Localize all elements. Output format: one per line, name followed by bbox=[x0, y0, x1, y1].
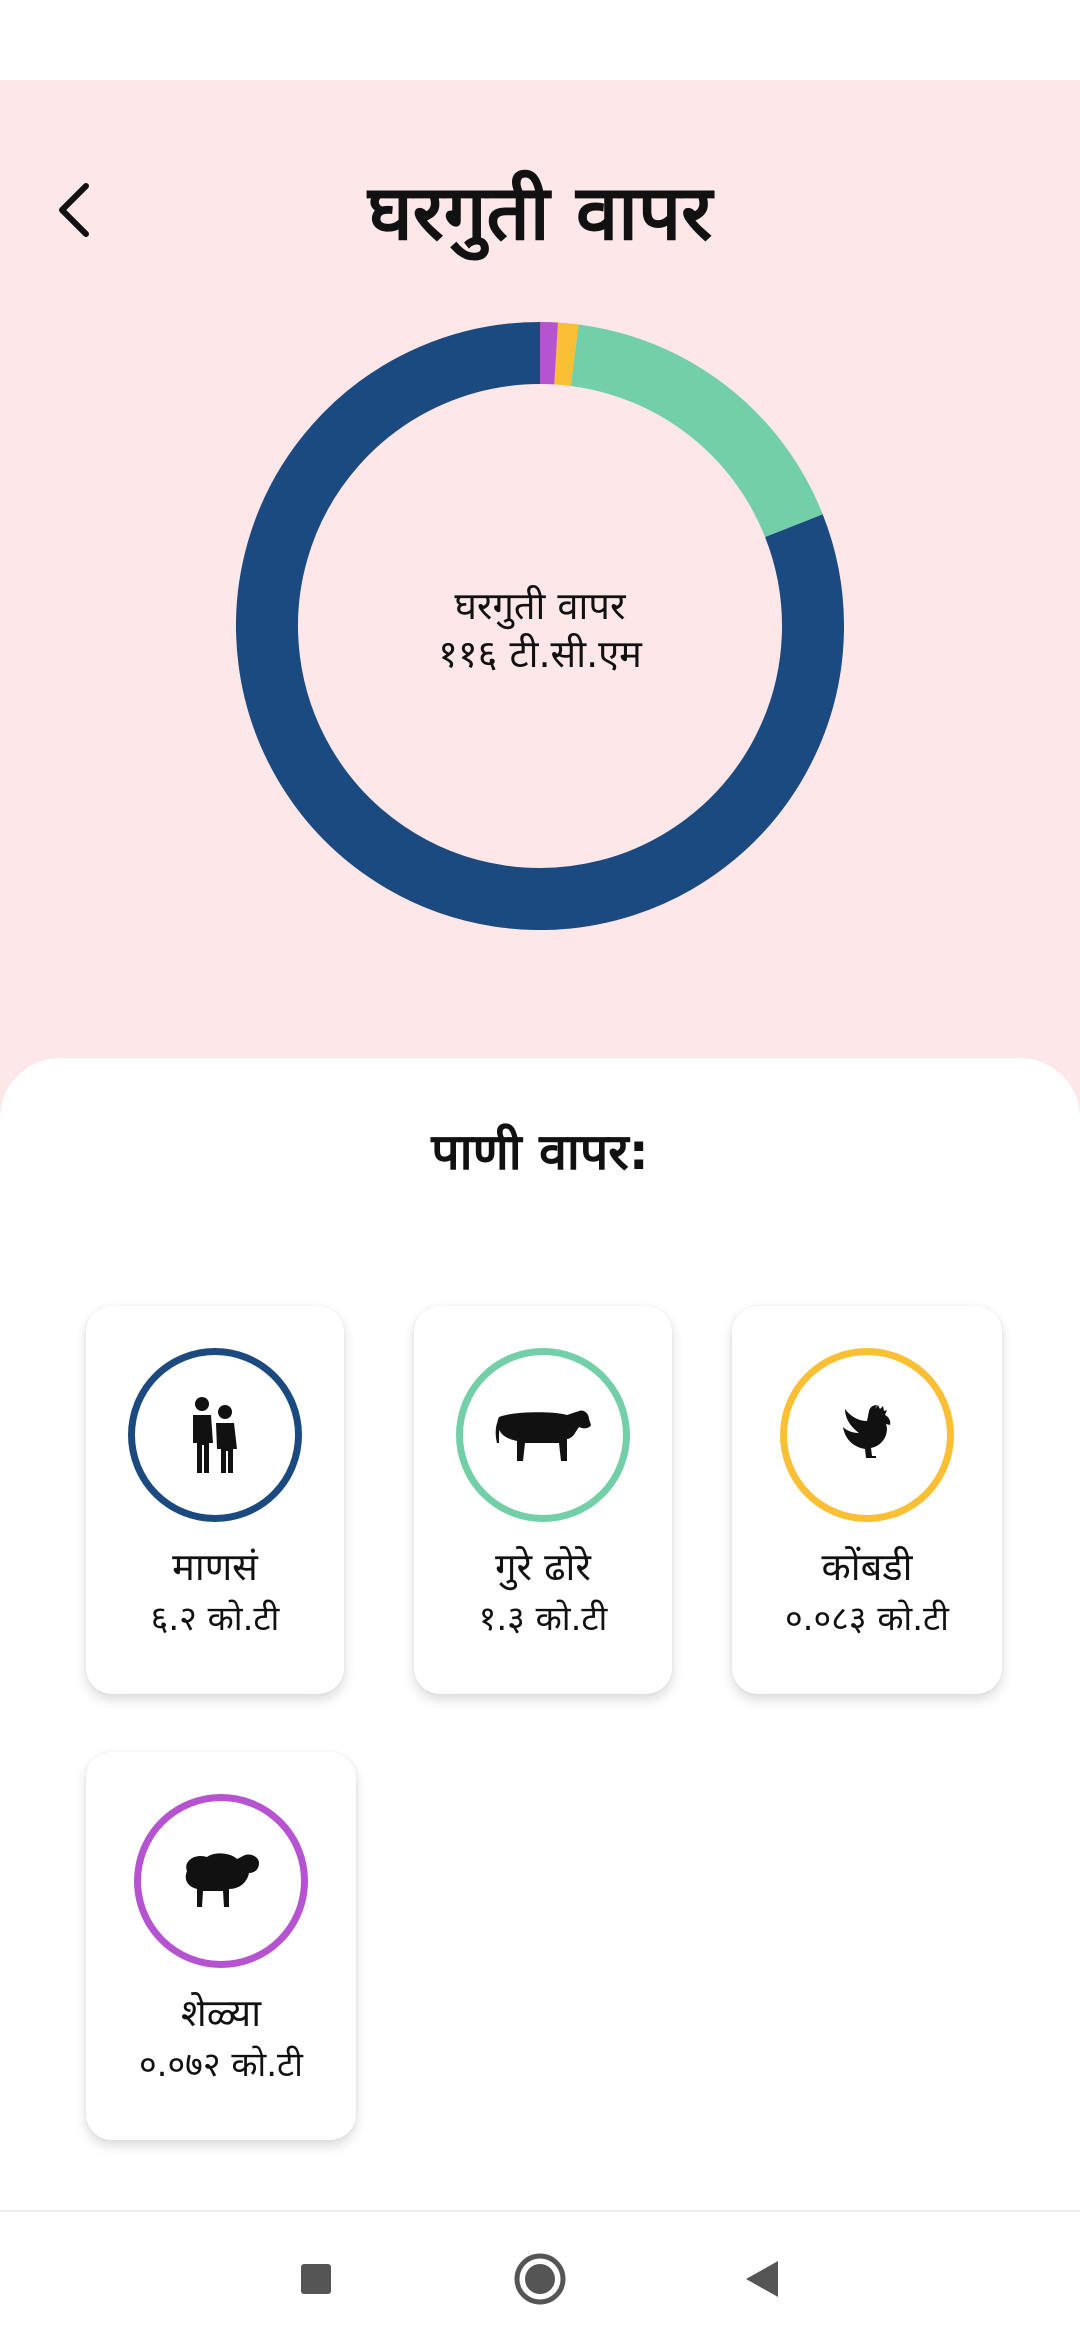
recents-square-icon bbox=[299, 2262, 333, 2296]
nav-home-button[interactable] bbox=[508, 2247, 572, 2311]
card-label: शेळ्या bbox=[86, 1988, 356, 2038]
donut-center-label: घरगुती वापर bbox=[236, 582, 844, 630]
rooster-icon bbox=[835, 1403, 899, 1467]
page-title: घरगुती वापर bbox=[0, 168, 1080, 258]
card-value: १.३ को.टी bbox=[414, 1596, 672, 1642]
card-value: ६.२ को.टी bbox=[86, 1596, 344, 1642]
card-label: कोंबडी bbox=[732, 1542, 1002, 1592]
sheep-icon bbox=[179, 1849, 263, 1913]
home-circle-icon bbox=[513, 2252, 567, 2306]
people-ring bbox=[128, 1348, 302, 1522]
card-label: माणसं bbox=[86, 1542, 344, 1592]
card-people[interactable]: माणसं ६.२ को.टी bbox=[86, 1306, 344, 1694]
cattle-ring bbox=[456, 1348, 630, 1522]
donut-center-value: ११६ टी.सी.एम bbox=[236, 630, 844, 678]
nav-recents-button[interactable] bbox=[284, 2247, 348, 2311]
goats-ring bbox=[134, 1794, 308, 1968]
card-cattle[interactable]: गुरे ढोरे १.३ को.टी bbox=[414, 1306, 672, 1694]
people-icon bbox=[185, 1395, 245, 1475]
donut-center: घरगुती वापर ११६ टी.सी.एम bbox=[236, 582, 844, 678]
slice-cattle bbox=[575, 355, 794, 525]
card-value: ०.०८३ को.टी bbox=[732, 1596, 1002, 1642]
cow-icon bbox=[493, 1403, 593, 1467]
section-title: पाणी वापर: bbox=[0, 1120, 1080, 1184]
back-triangle-icon bbox=[744, 2259, 780, 2299]
status-bar bbox=[0, 0, 1080, 80]
navigation-bar bbox=[0, 2210, 1080, 2342]
card-value: ०.०७२ को.टी bbox=[86, 2042, 356, 2088]
slice-poultry bbox=[556, 353, 575, 355]
card-label: गुरे ढोरे bbox=[414, 1542, 672, 1592]
poultry-ring bbox=[780, 1348, 954, 1522]
nav-back-button[interactable] bbox=[730, 2247, 794, 2311]
card-goats[interactable]: शेळ्या ०.०७२ को.टी bbox=[86, 1752, 356, 2140]
card-poultry[interactable]: कोंबडी ०.०८३ को.टी bbox=[732, 1306, 1002, 1694]
